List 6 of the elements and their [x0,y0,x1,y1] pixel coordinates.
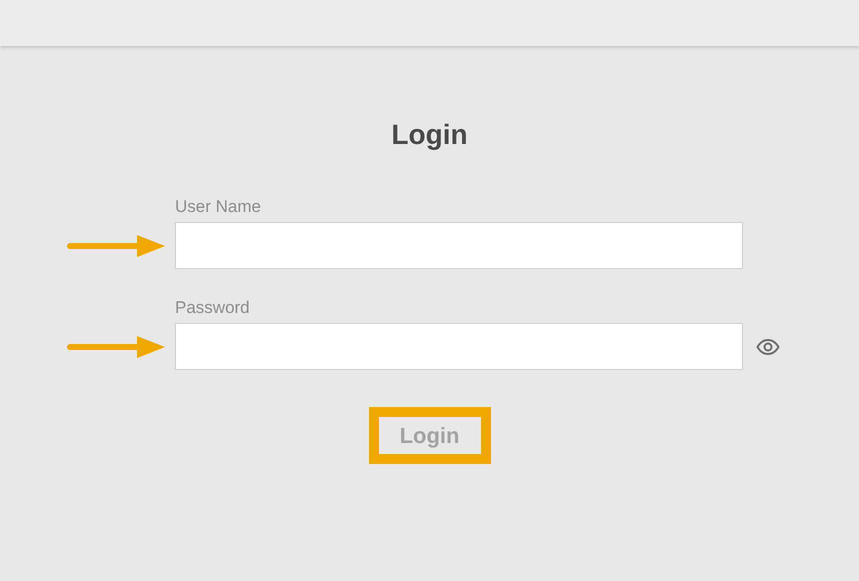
field-label: Password [175,297,250,319]
page-title: Login [391,118,468,152]
input-field[interactable] [175,222,743,269]
eye-icon[interactable] [756,338,780,354]
input-field[interactable] [175,323,743,370]
field-label: User Name [175,196,261,218]
